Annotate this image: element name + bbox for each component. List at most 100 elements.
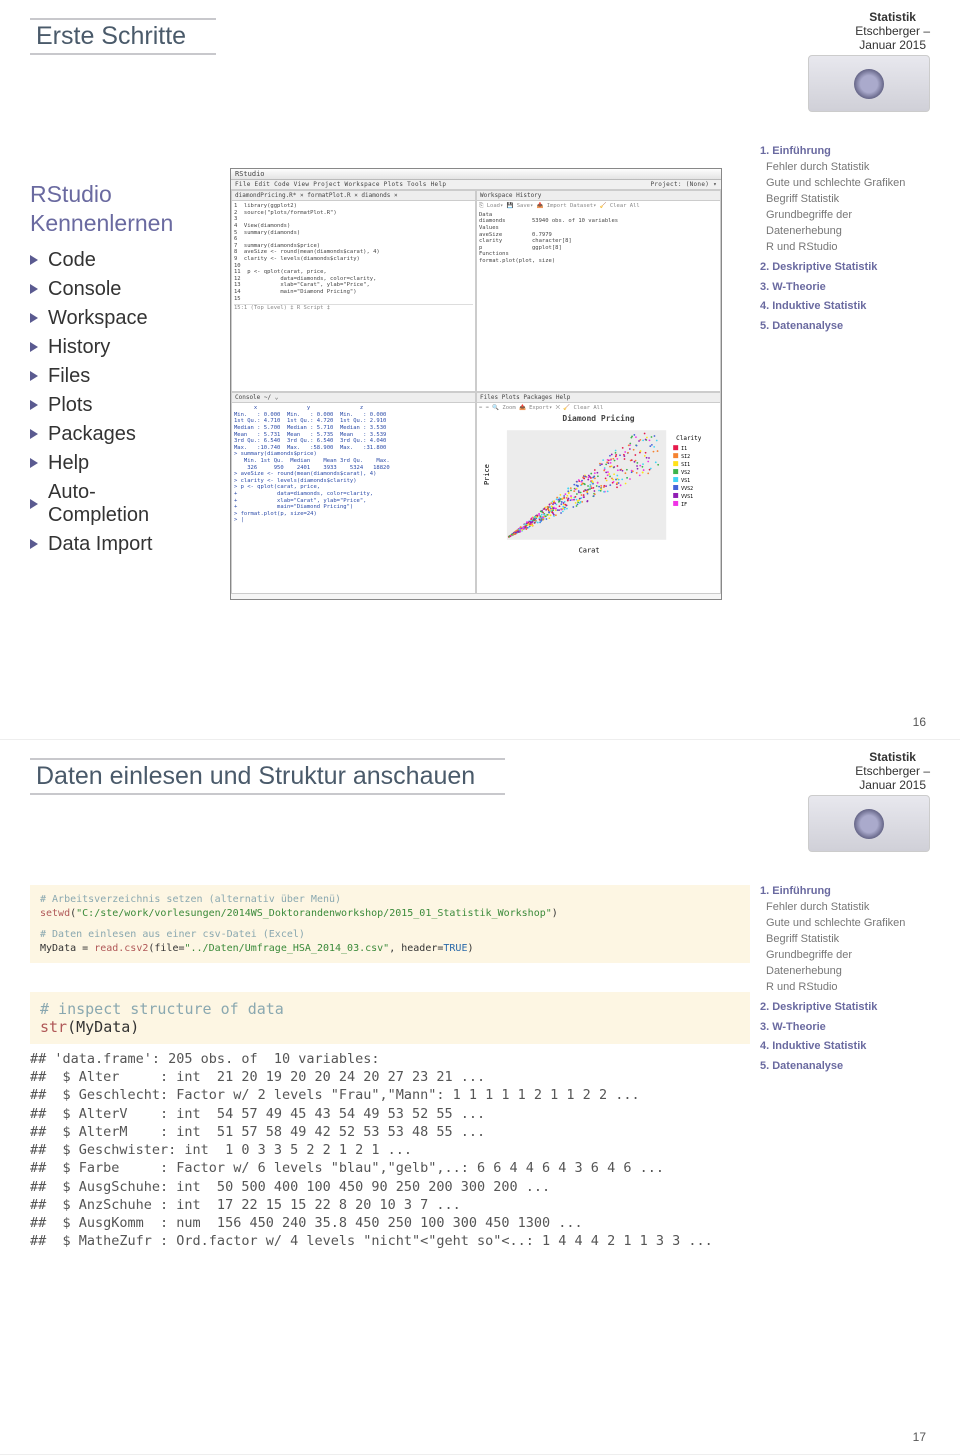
outline-nav: 1. Einführung Fehler durch Statistik Gut… [760, 880, 930, 1075]
brand-line: Statistik [855, 10, 930, 24]
plots-tabs: Files Plots Packages Help [477, 393, 720, 403]
code-comment: # Arbeitsverzeichnis setzen (alternativ … [40, 893, 740, 907]
source-status: 15:1 (Top Level) ‡ R Script ‡ [234, 304, 473, 312]
list-item: Data Import [30, 530, 210, 559]
triangle-icon [30, 458, 38, 468]
window-menubar: File Edit Code View Project Workspace Pl… [231, 180, 721, 190]
code-line: MyData = read.csv2(file="../Daten/Umfrag… [40, 942, 740, 956]
list-item: Console [30, 275, 210, 304]
svg-text:SI2: SI2 [681, 455, 690, 461]
nav-sub: R und RStudio [760, 980, 930, 996]
nav-sub: Gute und schlechte Grafiken [760, 916, 930, 932]
scatter-plot: Price Carat Clarity I1 SI2 SI1 VS2 VS1 V… [479, 425, 718, 555]
svg-text:IF: IF [681, 502, 687, 508]
svg-text:VVS2: VVS2 [681, 486, 693, 492]
brand-line: Statistik [855, 750, 930, 764]
r-logo [808, 795, 930, 852]
window-titlebar: RStudio [231, 169, 721, 180]
source-code: 1 library(ggplot2) 2 source("plots/forma… [234, 203, 473, 302]
nav-section: 4. Induktive Statistik [760, 1039, 930, 1055]
code-comment: # inspect structure of data [40, 1000, 740, 1018]
list-item: Help [30, 449, 210, 478]
svg-text:Price: Price [483, 464, 491, 485]
workspace-body: Data diamonds 53940 obs. of 10 variables… [479, 212, 718, 265]
intro-heading: RStudio Kennenlernen [30, 180, 210, 238]
svg-text:Carat: Carat [579, 547, 600, 555]
list-item: Code [30, 246, 210, 275]
brand-sub: Etschberger – Januar 2015 [855, 764, 930, 792]
list-item: Packages [30, 420, 210, 449]
nav-sub: Grundbegriffe der Datenerhebung [760, 208, 930, 240]
nav-sub: Grundbegriffe der Datenerhebung [760, 948, 930, 980]
svg-text:VVS1: VVS1 [681, 494, 693, 500]
intro-block: RStudio Kennenlernen Code Console Worksp… [30, 180, 210, 559]
code-comment: # Daten einlesen aus einer csv-Datei (Ex… [40, 928, 740, 942]
nav-section: 1. Einführung [760, 884, 930, 900]
nav-section: 5. Datenanalyse [760, 1059, 930, 1075]
plots-toolbar: ⬅ ➡ 🔍 Zoom 📤 Export▾ ⨉ 🧹 Clear All [479, 405, 718, 412]
list-item: Workspace [30, 304, 210, 333]
plot-title: Diamond Pricing [479, 414, 718, 424]
intro-h-l1: RStudio [30, 181, 112, 207]
bullet-list: Code Console Workspace History Files Plo… [30, 246, 210, 559]
triangle-icon [30, 313, 38, 323]
triangle-icon [30, 284, 38, 294]
console-output: ## 'data.frame': 205 obs. of 10 variable… [30, 1050, 730, 1250]
nav-section: 3. W-Theorie [760, 280, 930, 296]
nav-sub: Gute und schlechte Grafiken [760, 176, 930, 192]
nav-sub: Begriff Statistik [760, 932, 930, 948]
list-item: Plots [30, 391, 210, 420]
list-item: Auto- Completion [30, 478, 210, 530]
nav-sub: Begriff Statistik [760, 192, 930, 208]
workspace-pane: Workspace History ⎘ Load▾ 💾 Save▾ 📥 Impo… [476, 190, 721, 392]
project-selector: Project: (None) ▾ [650, 181, 717, 188]
slide-2: Daten einlesen und Struktur anschauen St… [0, 740, 960, 1455]
nav-section: 3. W-Theorie [760, 1020, 930, 1036]
svg-text:I1: I1 [681, 447, 687, 453]
code-line: str(MyData) [40, 1018, 740, 1036]
list-item: History [30, 333, 210, 362]
page-number: 17 [913, 1430, 926, 1444]
triangle-icon [30, 400, 38, 410]
console-tab: Console ~/ ⌄ [232, 393, 475, 403]
slide-title: Daten einlesen und Struktur anschauen [30, 758, 505, 795]
console-output: x y z Min. : 0.000 Min. : 0.000 Min. : 0… [234, 405, 473, 524]
slide-title: Erste Schritte [30, 18, 216, 55]
nav-sub: Fehler durch Statistik [760, 900, 930, 916]
header-brand: Statistik Etschberger – Januar 2015 [855, 10, 930, 52]
triangle-icon [30, 429, 38, 439]
triangle-icon [30, 342, 38, 352]
workspace-toolbar: ⎘ Load▾ 💾 Save▾ 📥 Import Dataset▾ 🧹 Clea… [479, 203, 718, 210]
nav-section: 5. Datenanalyse [760, 319, 930, 335]
plots-pane: Files Plots Packages Help ⬅ ➡ 🔍 Zoom 📤 E… [476, 392, 721, 594]
console-pane: Console ~/ ⌄ x y z Min. : 0.000 Min. : 0… [231, 392, 476, 594]
slide-1: Erste Schritte Statistik Etschberger – J… [0, 0, 960, 740]
rstudio-screenshot: RStudio File Edit Code View Project Work… [230, 168, 722, 600]
svg-text:VS2: VS2 [681, 470, 690, 476]
intro-h-l2: Kennenlernen [30, 210, 173, 236]
source-tabs: diamondPricing.R* × formatPlot.R × diamo… [232, 191, 475, 201]
brand-sub: Etschberger – Januar 2015 [855, 24, 930, 52]
outline-nav: 1. Einführung Fehler durch Statistik Gut… [760, 140, 930, 335]
workspace-tabs: Workspace History [477, 191, 720, 201]
triangle-icon [30, 371, 38, 381]
page-number: 16 [913, 715, 926, 729]
svg-text:Clarity: Clarity [676, 436, 702, 443]
code-block-2: # inspect structure of data str(MyData) [30, 992, 750, 1044]
nav-section: 2. Deskriptive Statistik [760, 1000, 930, 1016]
triangle-icon [30, 499, 38, 509]
r-logo [808, 55, 930, 112]
code-block-1: # Arbeitsverzeichnis setzen (alternativ … [30, 885, 750, 963]
nav-sub: R und RStudio [760, 240, 930, 256]
nav-section: 1. Einführung [760, 144, 930, 160]
triangle-icon [30, 255, 38, 265]
svg-text:VS1: VS1 [681, 478, 690, 484]
header-brand: Statistik Etschberger – Januar 2015 [855, 750, 930, 792]
svg-text:SI1: SI1 [681, 462, 690, 468]
nav-section: 2. Deskriptive Statistik [760, 260, 930, 276]
source-pane: diamondPricing.R* × formatPlot.R × diamo… [231, 190, 476, 392]
code-line: setwd("C:/ste/work/vorlesungen/2014WS_Do… [40, 907, 740, 921]
list-item: Files [30, 362, 210, 391]
nav-section: 4. Induktive Statistik [760, 299, 930, 315]
triangle-icon [30, 539, 38, 549]
